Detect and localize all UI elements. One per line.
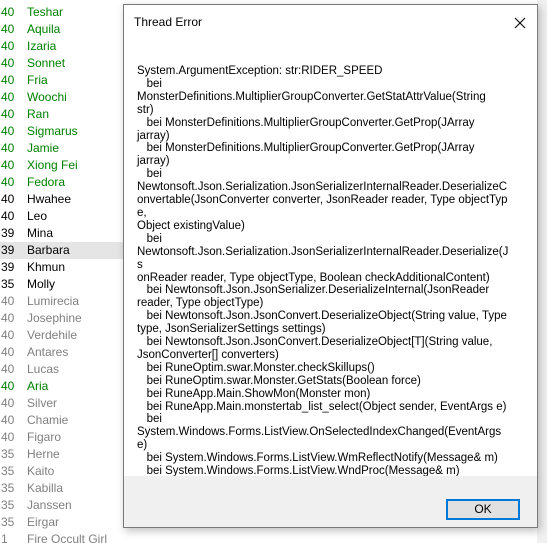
monster-name: Izaria: [27, 39, 57, 53]
monster-level: 40: [1, 294, 15, 308]
list-scrollbar[interactable]: [537, 0, 547, 543]
monster-level: 35: [1, 447, 15, 461]
monster-name: Mina: [27, 226, 54, 240]
monster-name: Verdehile: [27, 328, 78, 342]
monster-level: 40: [1, 345, 15, 359]
monster-name: Leo: [27, 209, 48, 223]
monster-name: Fria: [27, 73, 48, 87]
monster-name: Janssen: [27, 498, 72, 512]
monster-name: Herne: [27, 447, 60, 461]
monster-level: 35: [1, 515, 15, 529]
dialog-content: System.ArgumentException: str:RIDER_SPEE…: [124, 41, 537, 503]
dialog-footer: OK: [124, 476, 537, 527]
monster-name: Kabilla: [27, 481, 64, 495]
close-button[interactable]: [503, 5, 537, 41]
monster-name: Molly: [27, 277, 56, 291]
monster-name: Fire Occult Girl: [27, 532, 108, 543]
monster-name: Woochi: [27, 90, 67, 104]
error-message: System.ArgumentException: str:RIDER_SPEE…: [137, 65, 509, 503]
monster-level: 40: [1, 73, 15, 87]
monster-level: 40: [1, 209, 15, 223]
monster-name: Figaro: [27, 430, 62, 444]
ok-button[interactable]: OK: [446, 499, 520, 520]
close-icon: [514, 17, 526, 29]
monster-level: 40: [1, 175, 15, 189]
monster-name: Barbara: [27, 243, 70, 257]
monster-level: 40: [1, 311, 15, 325]
monster-name: Teshar: [27, 5, 64, 19]
monster-level: 40: [1, 22, 15, 36]
monster-level: 39: [1, 226, 15, 240]
monster-name: Ran: [27, 107, 50, 121]
monster-name: Eirgar: [27, 515, 60, 529]
monster-level: 40: [1, 39, 15, 53]
monster-name: Jamie: [27, 141, 60, 155]
monster-level: 40: [1, 396, 15, 410]
monster-level: 40: [1, 362, 15, 376]
monster-level: 35: [1, 498, 15, 512]
monster-name: Silver: [27, 396, 58, 410]
monster-name: Josephine: [27, 311, 82, 325]
monster-name: Kaito: [27, 464, 55, 478]
monster-level: 40: [1, 56, 15, 70]
monster-level: 35: [1, 481, 15, 495]
monster-name: Lumirecia: [27, 294, 80, 308]
monster-level: 40: [1, 430, 15, 444]
monster-name: Aria: [27, 379, 49, 393]
list-item[interactable]: 1 Fire Occult Girl: [0, 531, 547, 543]
monster-name: Sigmarus: [27, 124, 78, 138]
monster-level: 39: [1, 243, 15, 257]
monster-name: Lucas: [27, 362, 60, 376]
monster-name: Chamie: [27, 413, 69, 427]
monster-level: 40: [1, 328, 15, 342]
monster-name: Aquila: [27, 22, 61, 36]
monster-name: Khmun: [27, 260, 66, 274]
monster-level: 35: [1, 277, 15, 291]
monster-level: 39: [1, 260, 15, 274]
monster-name: Hwahee: [27, 192, 72, 206]
monster-level: 40: [1, 192, 15, 206]
monster-level: 40: [1, 413, 15, 427]
monster-level: 35: [1, 464, 15, 478]
monster-level: 40: [1, 124, 15, 138]
monster-name: Xiong Fei: [27, 158, 78, 172]
monster-level: 40: [1, 379, 15, 393]
dialog-title: Thread Error: [134, 15, 203, 29]
thread-error-dialog: Thread Error System.ArgumentException: s…: [123, 4, 538, 528]
dialog-titlebar[interactable]: Thread Error: [124, 5, 537, 41]
monster-level: 40: [1, 141, 15, 155]
monster-level: 1: [1, 532, 8, 543]
screen: 40 Teshar 40 Aquila 40 Izaria 40 Sonnet 40 Fria 40…: [0, 0, 547, 543]
monster-name: Antares: [27, 345, 69, 359]
monster-name: Fedora: [27, 175, 66, 189]
monster-level: 40: [1, 90, 15, 104]
monster-name: Sonnet: [27, 56, 66, 70]
monster-level: 40: [1, 158, 15, 172]
monster-level: 40: [1, 5, 15, 19]
monster-level: 40: [1, 107, 15, 121]
